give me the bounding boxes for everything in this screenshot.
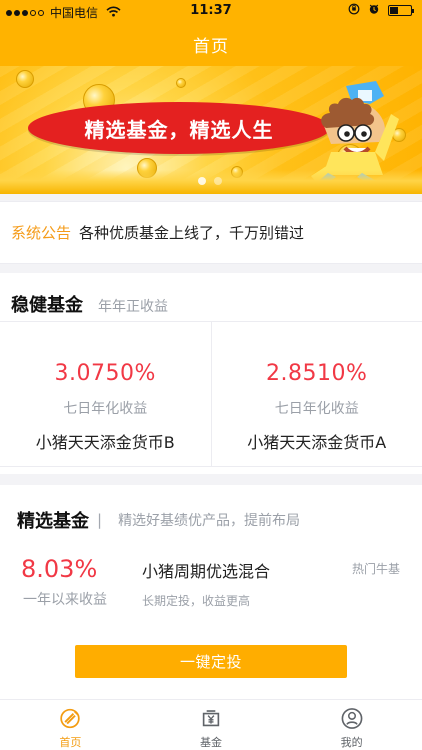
fund-name: 小猪天天添金货币A	[247, 433, 387, 452]
battery-level	[390, 7, 399, 14]
banner-slogan: 精选基金，精选人生	[84, 117, 274, 142]
selected-fund-section: 精选基金 | 精选好基绩优产品，提前布局 8.03% 一年以来收益 小猪周期优选…	[0, 485, 422, 700]
yen-wallet-icon	[202, 710, 220, 727]
status-icons	[348, 3, 414, 18]
fund-card-a[interactable]: 2.8510% 七日年化收益 小猪天天添金货币A	[210, 322, 422, 466]
stable-fund-cards: 3.0750% 七日年化收益 小猪天天添金货币B 2.8510% 七日年化收益 …	[0, 321, 422, 467]
system-notice[interactable]: 系统公告 各种优质基金上线了，千万别错过	[0, 201, 422, 264]
home-coin-icon	[60, 708, 81, 729]
battery-icon	[388, 5, 414, 16]
selected-fund-subtitle: 精选好基绩优产品，提前布局	[118, 513, 301, 529]
selected-fund-description: 长期定投，收益更高	[142, 594, 251, 608]
page-title: 首页	[193, 36, 229, 57]
selected-fund-title: 精选基金	[17, 511, 89, 532]
stable-fund-title: 稳健基金	[11, 295, 83, 316]
fund-card-b[interactable]: 3.0750% 七日年化收益 小猪天天添金货币B	[0, 322, 211, 466]
gold-coin-icon	[16, 70, 34, 88]
notice-text: 各种优质基金上线了，千万别错过	[79, 224, 305, 242]
tab-profile[interactable]: 我的	[281, 700, 422, 750]
carousel-dot-active[interactable]	[198, 177, 206, 185]
profile-icon	[341, 708, 363, 729]
fund-rate-label: 七日年化收益	[274, 401, 359, 417]
one-click-invest-button[interactable]: 一键定投	[75, 645, 347, 678]
selected-fund-header: 精选基金 | 精选好基绩优产品，提前布局	[17, 507, 300, 533]
tab-funds[interactable]: 基金	[141, 700, 282, 750]
selected-fund-divider: |	[97, 511, 103, 529]
gold-coin-icon	[176, 78, 186, 88]
carousel-indicator[interactable]	[198, 177, 222, 185]
tab-label: 我的	[340, 736, 363, 749]
stable-fund-section: 稳健基金 年年正收益 3.0750% 七日年化收益 小猪天天添金货币B 2.85…	[0, 273, 422, 474]
app-screen: 中国电信 11:37 首页 精选基金，精选人生 系统公告 各种优质基金上线了，千…	[0, 0, 422, 750]
selected-fund-rate: 8.03%	[21, 555, 98, 583]
bottom-tabbar: 首页 基金 我的	[0, 699, 422, 750]
status-bar: 中国电信 11:37	[0, 0, 422, 22]
stable-fund-header: 稳健基金 年年正收益	[11, 291, 168, 317]
carousel-dot[interactable]	[214, 177, 222, 185]
tab-home[interactable]: 首页	[0, 700, 141, 750]
fund-name: 小猪天天添金货币B	[35, 433, 175, 452]
fund-rate: 3.0750%	[54, 361, 156, 386]
selected-fund-rate-label: 一年以来收益	[23, 592, 107, 608]
hot-fund-tag: 热门牛基	[351, 562, 400, 576]
notice-label: 系统公告	[11, 224, 72, 242]
fund-rate: 2.8510%	[266, 361, 368, 386]
top-navbar: 首页	[0, 22, 422, 66]
fund-rate-label: 七日年化收益	[63, 401, 148, 417]
tab-label: 首页	[59, 736, 82, 749]
tab-label: 基金	[200, 736, 222, 749]
selected-fund-name[interactable]: 小猪周期优选混合	[142, 558, 270, 582]
stable-fund-subtitle: 年年正收益	[98, 299, 168, 315]
alarm-icon	[368, 3, 380, 18]
orientation-lock-icon	[348, 3, 360, 18]
promo-banner[interactable]: 精选基金，精选人生	[0, 66, 422, 194]
